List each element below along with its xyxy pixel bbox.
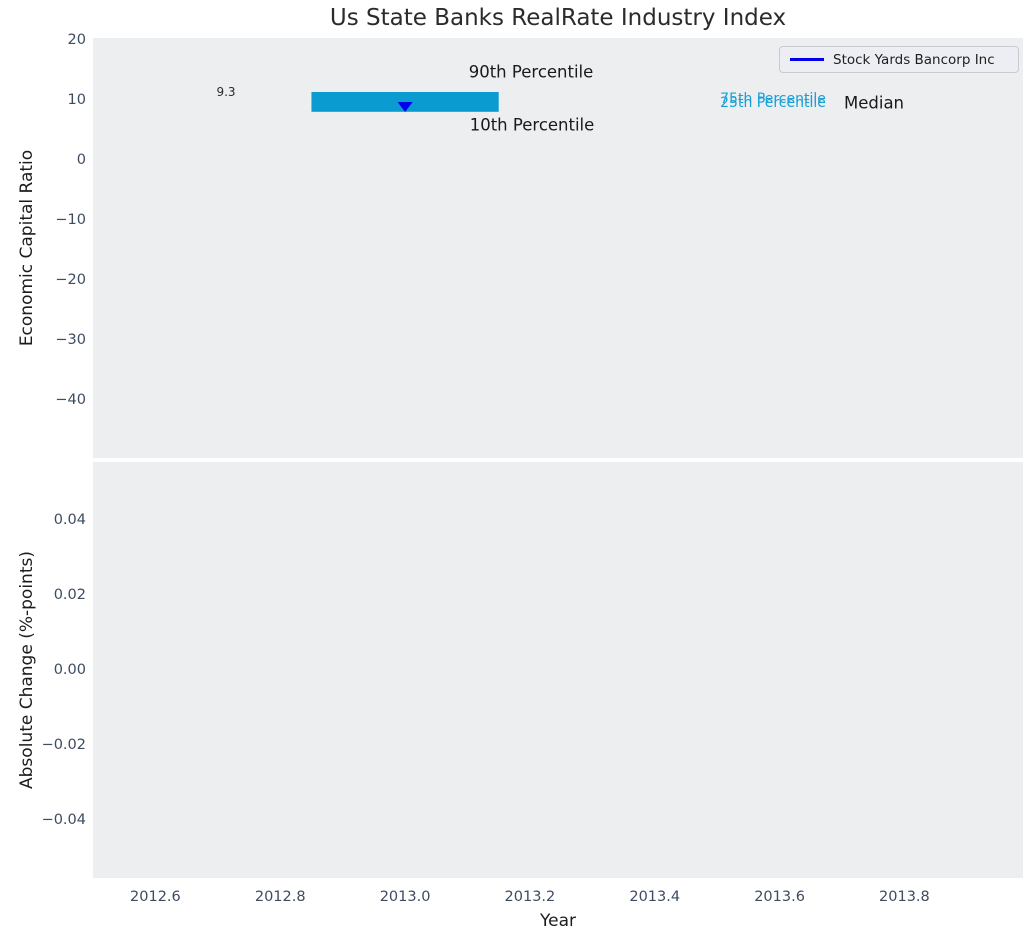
legend: Stock Yards Bancorp Inc [779,46,1019,73]
top-y-tick-label: 0 [77,152,86,168]
top-y-tick-label: −40 [55,392,86,408]
bottom-y-tick-label: −0.02 [42,737,86,753]
annotation-median-value: 9.3 [216,85,235,99]
chart-title: Us State Banks RealRate Industry Index [330,5,786,31]
top-y-tick-label: 10 [68,92,86,108]
y-axis-label-top: Economic Capital Ratio [17,150,37,346]
x-tick-label: 2013.4 [629,889,680,905]
legend-label: Stock Yards Bancorp Inc [833,52,995,68]
bottom-y-tick-label: 0.02 [54,587,86,603]
x-tick-label: 2012.6 [130,889,181,905]
bottom-y-tick-label: 0.04 [54,512,86,528]
x-tick-label: 2013.8 [879,889,930,905]
figure: Us State Banks RealRate Industry Index E… [0,0,1034,942]
top-y-tick-label: 20 [68,32,86,48]
plot-canvas [0,0,1034,942]
top-y-tick-label: −20 [55,272,86,288]
x-tick-label: 2013.2 [505,889,556,905]
x-tick-label: 2012.8 [255,889,306,905]
top-y-tick-label: −10 [55,212,86,228]
annotation-25th-percentile: 25th Percentile [720,95,826,111]
annotation-median: Median [844,94,904,113]
bottom-y-tick-label: 0.00 [54,662,86,678]
annotation-90th-percentile: 90th Percentile [469,63,594,82]
annotation-10th-percentile: 10th Percentile [470,116,595,135]
x-tick-label: 2013.6 [754,889,805,905]
bottom-plot-bg [93,462,1023,878]
x-axis-label: Year [540,911,576,931]
top-y-tick-label: −30 [55,332,86,348]
x-tick-label: 2013.0 [380,889,431,905]
legend-line-sample [790,58,824,61]
bottom-y-tick-label: −0.04 [42,812,86,828]
y-axis-label-bottom: Absolute Change (%-points) [17,551,37,789]
